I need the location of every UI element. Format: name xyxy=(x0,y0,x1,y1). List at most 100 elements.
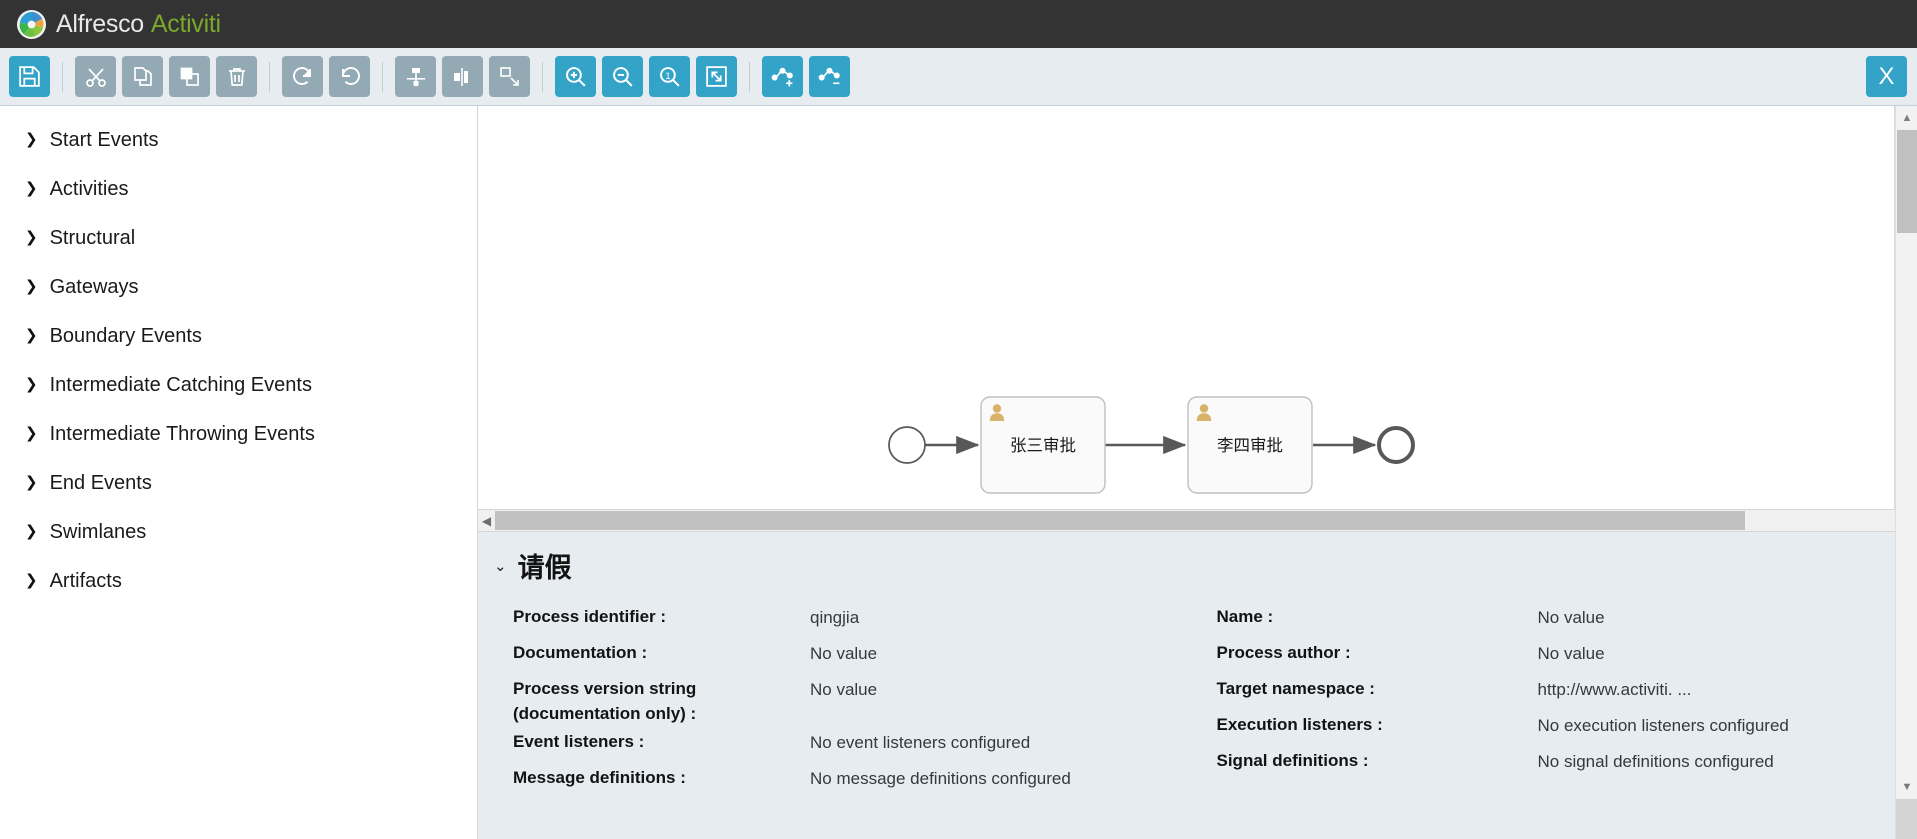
zoom-in-button[interactable] xyxy=(555,56,596,97)
palette-group-label: Activities xyxy=(49,178,129,200)
toolbar-separator xyxy=(542,61,543,92)
property-row-process-version-string[interactable]: Process version string (documentation on… xyxy=(478,675,1198,728)
property-label: Process identifier : xyxy=(513,607,667,626)
property-value[interactable]: No value xyxy=(1538,605,1605,631)
scroll-down-arrow-icon[interactable]: ▼ xyxy=(1896,777,1917,797)
property-value[interactable]: No execution listeners configured xyxy=(1538,713,1789,739)
page-vertical-scrollbar[interactable]: ▲ ▼ xyxy=(1895,106,1917,839)
brand[interactable]: Alfresco Activiti xyxy=(16,9,221,40)
property-value[interactable]: No value xyxy=(1538,641,1605,667)
property-label: Execution listeners : xyxy=(1216,715,1383,734)
toolbar-group-edit xyxy=(75,56,257,97)
property-row-target-namespace[interactable]: Target namespace : http://www.activiti. … xyxy=(1198,675,1917,711)
property-row-process-identifier[interactable]: Process identifier : qingjia xyxy=(478,603,1198,639)
property-row-name[interactable]: Name : No value xyxy=(1198,603,1917,639)
chevron-right-icon: ❯ xyxy=(25,229,38,246)
save-button[interactable] xyxy=(9,56,50,97)
copy-button[interactable] xyxy=(122,56,163,97)
palette-group-intermediate-throwing-events[interactable]: ❯ Intermediate Throwing Events xyxy=(0,410,477,459)
undo-button[interactable] xyxy=(329,56,370,97)
same-size-button[interactable] xyxy=(489,56,530,97)
palette-group-artifacts[interactable]: ❯ Artifacts xyxy=(0,557,477,606)
toolbar-separator xyxy=(749,61,750,92)
property-value[interactable]: http://www.activiti. ... xyxy=(1538,677,1692,703)
user-task-label-2: 李四审批 xyxy=(1217,436,1283,455)
zoom-actual-size-icon: 1 xyxy=(660,67,680,87)
scrollbar-corner xyxy=(1896,799,1917,839)
end-event-node[interactable] xyxy=(1377,426,1415,464)
chevron-right-icon: ❯ xyxy=(25,572,38,589)
canvas-horizontal-scrollbar[interactable]: ◀ ▶ xyxy=(478,509,1917,532)
trash-icon xyxy=(228,67,245,86)
property-label: Target namespace : xyxy=(1216,679,1375,698)
start-event-node[interactable] xyxy=(888,426,926,464)
add-bendpoint-icon xyxy=(771,67,793,87)
toolbar-separator xyxy=(269,61,270,92)
paste-button[interactable] xyxy=(169,56,210,97)
palette-group-label: Artifacts xyxy=(49,570,122,592)
brand-name-alfresco: Alfresco xyxy=(56,9,144,38)
undo-arrow-icon xyxy=(341,66,360,85)
properties-panel: ⌄ 请假 Process identifier : qingjia Docume… xyxy=(478,532,1917,839)
palette-group-label: Structural xyxy=(49,227,136,249)
zoom-fit-button[interactable] xyxy=(696,56,737,97)
hscroll-thumb[interactable] xyxy=(495,511,1746,530)
chevron-right-icon: ❯ xyxy=(25,523,38,540)
property-row-message-definitions[interactable]: Message definitions : No message definit… xyxy=(478,764,1198,800)
property-row-signal-definitions[interactable]: Signal definitions : No signal definitio… xyxy=(1198,747,1917,783)
palette-group-start-events[interactable]: ❯ Start Events xyxy=(0,116,477,165)
toolbar-separator xyxy=(62,61,63,92)
vscroll-thumb[interactable] xyxy=(1897,130,1917,233)
palette-group-structural[interactable]: ❯ Structural xyxy=(0,214,477,263)
user-task-node-1[interactable]: 张三审批 xyxy=(980,396,1106,494)
brand-name-activiti: Activiti xyxy=(150,9,221,38)
copy-icon xyxy=(133,66,152,86)
align-vertical-button[interactable] xyxy=(395,56,436,97)
property-value[interactable]: No message definitions configured xyxy=(810,766,1071,792)
delete-button[interactable] xyxy=(216,56,257,97)
align-horizontal-icon xyxy=(453,67,468,86)
scroll-up-arrow-icon[interactable]: ▲ xyxy=(1896,108,1917,128)
svg-text:1: 1 xyxy=(665,71,670,81)
palette-group-boundary-events[interactable]: ❯ Boundary Events xyxy=(0,312,477,361)
bpmn-diagram: 张三审批 李四审批 xyxy=(888,396,1415,494)
bpmn-canvas[interactable]: 张三审批 李四审批 xyxy=(478,106,1917,509)
property-value[interactable]: qingjia xyxy=(810,605,859,631)
align-horizontal-button[interactable] xyxy=(442,56,483,97)
close-editor-button[interactable]: X xyxy=(1866,56,1907,97)
palette-group-activities[interactable]: ❯ Activities xyxy=(0,165,477,214)
zoom-actual-button[interactable]: 1 xyxy=(649,56,690,97)
palette-group-gateways[interactable]: ❯ Gateways xyxy=(0,263,477,312)
zoom-out-button[interactable] xyxy=(602,56,643,97)
property-row-documentation[interactable]: Documentation : No value xyxy=(478,639,1198,675)
align-vertical-icon xyxy=(406,67,425,86)
editor-right-pane: 张三审批 李四审批 ◀ ⌄ 请假 Process identifier: qi… xyxy=(478,106,1917,839)
palette-group-label: End Events xyxy=(49,472,152,494)
redo-button[interactable] xyxy=(282,56,323,97)
property-value[interactable]: No value xyxy=(810,677,877,703)
app-header: Alfresco Activiti xyxy=(0,0,1917,48)
palette-group-intermediate-catching-events[interactable]: ❯ Intermediate Catching Events xyxy=(0,361,477,410)
scroll-left-arrow-icon[interactable]: ◀ xyxy=(478,510,495,531)
remove-bendpoint-button[interactable] xyxy=(809,56,850,97)
properties-grid: Process identifier : qingjia Documentati… xyxy=(478,595,1917,800)
editor-toolbar: 1 X xyxy=(0,48,1917,106)
properties-title: 请假 xyxy=(517,553,572,583)
property-value[interactable]: No event listeners configured xyxy=(810,730,1030,756)
property-row-process-author[interactable]: Process author : No value xyxy=(1198,639,1917,675)
alfresco-flower-logo-icon xyxy=(16,9,47,39)
brand-text: Alfresco Activiti xyxy=(56,10,221,39)
chevron-right-icon: ❯ xyxy=(25,327,38,344)
cut-button[interactable] xyxy=(75,56,116,97)
property-label: Process version string (documentation on… xyxy=(513,679,697,723)
property-value[interactable]: No value xyxy=(810,641,877,667)
property-value[interactable]: No signal definitions configured xyxy=(1538,749,1774,775)
property-row-execution-listeners[interactable]: Execution listeners : No execution liste… xyxy=(1198,711,1917,747)
palette-group-end-events[interactable]: ❯ End Events xyxy=(0,459,477,508)
hscroll-track[interactable] xyxy=(495,510,1900,531)
properties-header[interactable]: ⌄ 请假 xyxy=(478,532,1917,595)
user-task-node-2[interactable]: 李四审批 xyxy=(1187,396,1313,494)
add-bendpoint-button[interactable] xyxy=(762,56,803,97)
property-row-event-listeners[interactable]: Event listeners : No event listeners con… xyxy=(478,728,1198,764)
palette-group-swimlanes[interactable]: ❯ Swimlanes xyxy=(0,508,477,557)
